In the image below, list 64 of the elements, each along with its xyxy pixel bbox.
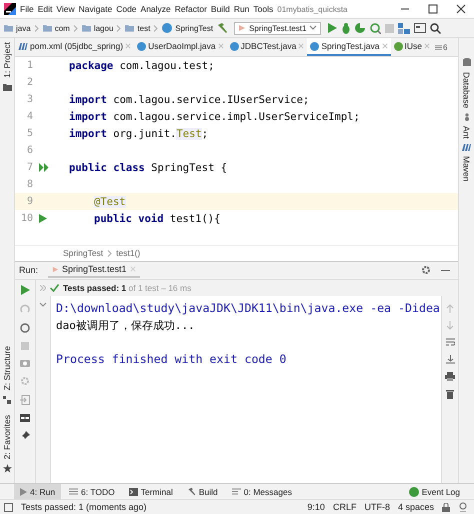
editor-tab[interactable]: pom.xml (05jdbc_spring) <box>15 38 134 56</box>
menu-item[interactable]: Tools <box>253 4 274 14</box>
tool-window-tab[interactable]: Build <box>180 484 224 499</box>
tool-window-tab[interactable]: 6: TODO <box>63 484 121 499</box>
code-line: import com.lagou.service.impl.UserServiceImpl; <box>69 110 360 122</box>
database-tool-tab[interactable]: Database <box>462 72 472 108</box>
tool-window-tab[interactable]: 4: Run <box>14 484 62 499</box>
line-number: 8 <box>26 179 33 190</box>
console-line: dao被调用了，保存成功... <box>56 318 196 334</box>
breadcrumb[interactable]: java <box>16 24 31 32</box>
menu-item[interactable]: Code <box>116 4 137 14</box>
code-line: public class SpringTest { <box>69 162 228 174</box>
structure-tool-tab[interactable]: Z: Structure <box>2 346 12 391</box>
breadcrumb[interactable]: SpringTest <box>175 24 214 32</box>
status-message: Tests passed: 1 (moments ago) <box>21 502 147 512</box>
test-status: Tests passed: 1 of 1 test – 16 ms <box>63 282 192 292</box>
tool-window-tab[interactable]: 0: Messages <box>226 484 298 499</box>
project-tool-tab[interactable]: 1: Project <box>2 42 12 78</box>
status-item[interactable]: UTF-8 <box>364 502 390 512</box>
run-tab[interactable]: SpringTest.test1 <box>48 262 140 278</box>
event-log-tab[interactable]: Event Log <box>402 484 466 499</box>
status-item[interactable]: CRLF <box>332 502 356 512</box>
breadcrumb[interactable]: test <box>137 24 150 32</box>
console-line: D:\download\study\javaJDK\JDK11\bin\java.exe -ea -Didea <box>56 300 441 316</box>
breadcrumb[interactable]: com <box>54 24 70 32</box>
tool-window-tab[interactable]: Terminal <box>122 484 179 499</box>
code-line: public void test1(){ <box>93 212 220 224</box>
line-number: 7 <box>26 162 33 173</box>
line-number: 4 <box>26 111 33 122</box>
favorites-tool-tab[interactable]: 2: Favorites <box>2 414 12 459</box>
code-line: import com.lagou.service.IUserService; <box>69 94 310 106</box>
editor-tab[interactable]: IUse <box>390 38 433 56</box>
menu-item[interactable]: Edit <box>38 4 52 14</box>
menu-item[interactable]: Run <box>234 4 250 14</box>
console-line: Process finished with exit code 0 <box>56 350 288 368</box>
status-item[interactable]: 9:10 <box>307 502 325 512</box>
status-item[interactable]: 4 spaces <box>398 502 434 512</box>
line-number: 10 <box>20 213 33 224</box>
code-line: import org.junit.Test; <box>69 128 208 140</box>
maven-tool-tab[interactable]: Maven <box>462 156 472 182</box>
line-number: 5 <box>26 128 33 139</box>
line-number: 6 <box>26 145 33 156</box>
line-number: 2 <box>26 77 33 88</box>
ant-tool-tab[interactable]: Ant <box>462 126 472 140</box>
breadcrumb[interactable]: test1() <box>116 248 140 258</box>
code-line: package com.lagou.test; <box>69 60 214 72</box>
breadcrumb[interactable]: lagou <box>94 24 114 32</box>
line-number: 9 <box>26 196 33 207</box>
line-number: 3 <box>26 94 33 105</box>
menu-item[interactable]: View <box>56 4 75 14</box>
menu-item[interactable]: Build <box>210 4 230 14</box>
menu-item[interactable]: Analyze <box>140 4 171 14</box>
editor-tab[interactable]: SpringTest.java <box>307 38 391 56</box>
menu-item[interactable]: Refactor <box>174 4 207 14</box>
run-configuration-dropdown[interactable]: SpringTest.test1 <box>234 22 322 34</box>
window-title: 01mybatis_quicksta <box>277 4 348 14</box>
breadcrumb[interactable]: SpringTest <box>63 248 104 258</box>
editor-tab[interactable]: JDBCTest.java <box>226 38 308 56</box>
line-number: 1 <box>26 60 33 71</box>
editor-tab[interactable]: UserDaoImpl.java <box>134 38 227 56</box>
menu-item[interactable]: Navigate <box>78 4 112 14</box>
run-label: Run: <box>19 265 38 275</box>
tab-overflow-button[interactable]: 6 <box>433 38 450 56</box>
menu-item[interactable]: File <box>20 4 34 14</box>
